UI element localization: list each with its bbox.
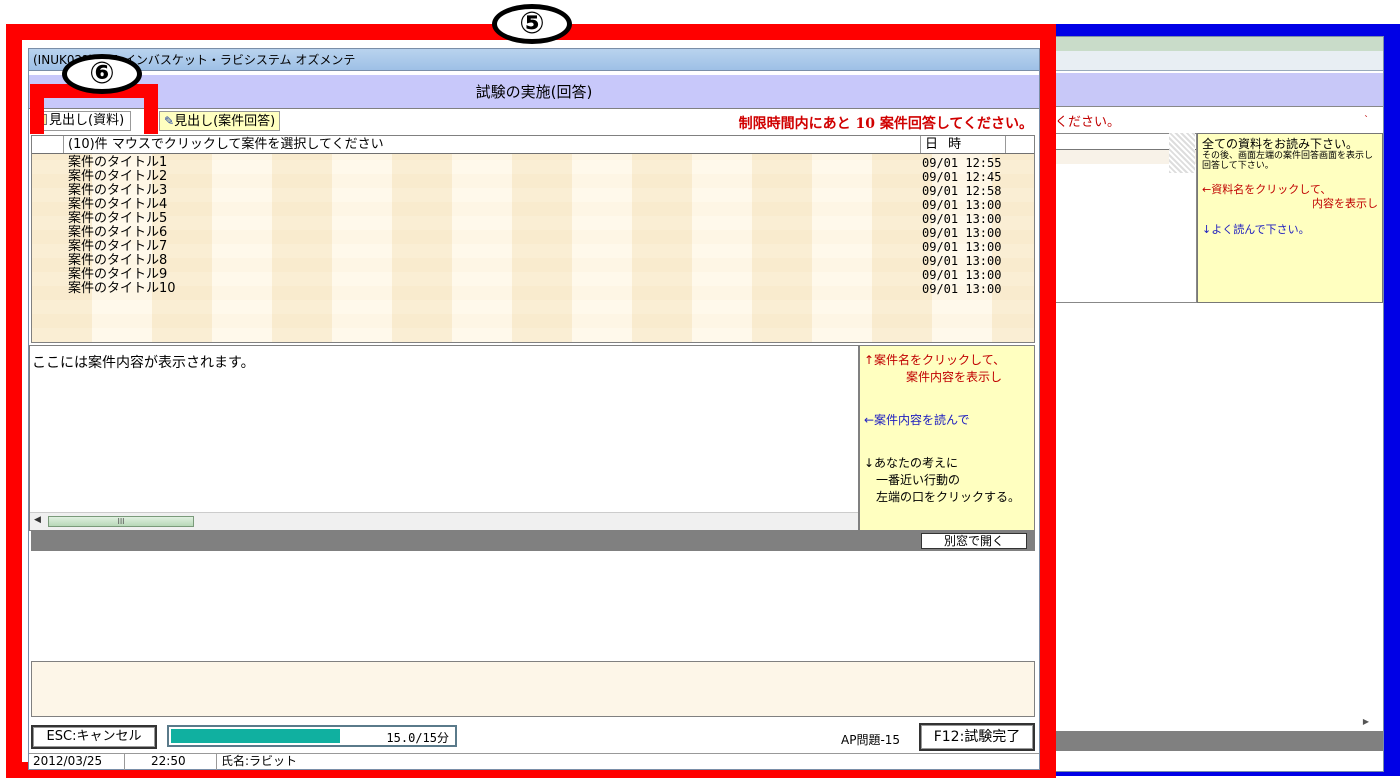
case-title: 案件のタイトル8 bbox=[68, 253, 168, 268]
case-datetime: 09/01 12:55 bbox=[922, 156, 1002, 170]
case-title: 案件のタイトル5 bbox=[68, 211, 168, 226]
case-datetime: 09/01 13:00 bbox=[922, 268, 1002, 282]
status-time: 22:50 bbox=[125, 754, 217, 770]
callout-badge-6: ⑥ bbox=[62, 54, 142, 94]
case-row[interactable]: 案件のタイトル6 09/01 13:00 bbox=[32, 225, 1034, 241]
case-list-header: (10)件 マウスでクリックして案件を選択してください 日 時 bbox=[32, 136, 1034, 154]
time-progress-bar: 15.0/15分 bbox=[167, 725, 457, 747]
case-row[interactable]: 案件のタイトル7 09/01 13:00 bbox=[32, 239, 1034, 255]
background-hint-line: その後、画面左端の案件回答画面を表示し回答して下さい。 bbox=[1202, 151, 1374, 171]
answer-area[interactable] bbox=[31, 661, 1035, 717]
case-row[interactable]: 案件のタイトル10 09/01 13:00 bbox=[32, 281, 1034, 297]
case-datetime: 09/01 12:58 bbox=[922, 184, 1002, 198]
background-list-scrollbar[interactable] bbox=[1169, 133, 1195, 173]
case-title: 案件のタイトル7 bbox=[68, 239, 168, 254]
background-message: ください。 bbox=[1055, 115, 1121, 130]
status-name: 氏名:ラビット bbox=[221, 754, 298, 768]
horizontal-scrollbar[interactable]: ◀ III bbox=[30, 512, 858, 530]
background-hint-line: ←資料名をクリックして、 bbox=[1202, 183, 1332, 196]
case-row[interactable]: 案件のタイトル9 09/01 13:00 bbox=[32, 267, 1034, 283]
case-row[interactable]: 案件のタイトル5 09/01 13:00 bbox=[32, 211, 1034, 227]
case-row[interactable]: 案件のタイトル4 09/01 13:00 bbox=[32, 197, 1034, 213]
case-datetime: 09/01 13:00 bbox=[922, 282, 1002, 296]
case-title: 案件のタイトル9 bbox=[68, 267, 168, 282]
background-header bbox=[1051, 73, 1383, 107]
case-content-panel[interactable]: ここには案件内容が表示されます。 ◀ III bbox=[29, 345, 859, 531]
case-datetime: 09/01 13:00 bbox=[922, 226, 1002, 240]
scroll-right-arrow-icon[interactable]: ▶ bbox=[1363, 717, 1369, 726]
background-bottom-bar bbox=[1051, 731, 1383, 751]
problem-label: AP問題-15 bbox=[841, 733, 901, 747]
finish-exam-button[interactable]: F12:試験完了 bbox=[919, 723, 1035, 751]
hint-line: ←案件内容を読んで bbox=[864, 413, 970, 427]
case-title: 案件のタイトル6 bbox=[68, 225, 168, 240]
case-datetime: 09/01 13:00 bbox=[922, 212, 1002, 226]
hint-line: 案件内容を表示し bbox=[906, 370, 1003, 384]
background-title-bar bbox=[1051, 37, 1383, 51]
case-row[interactable]: 案件のタイトル3 09/01 12:58 bbox=[32, 183, 1034, 199]
progress-fill bbox=[171, 729, 340, 743]
instruction-hint-panel: ↑案件名をクリックして、 案件内容を表示し ←案件内容を読んで ↓あなたの考えに… bbox=[859, 345, 1035, 531]
scroll-left-arrow-icon[interactable]: ◀ bbox=[34, 515, 41, 525]
tab-case-answers-label: 見出し(案件回答) bbox=[174, 114, 276, 129]
case-row[interactable]: 案件のタイトル2 09/01 12:45 bbox=[32, 169, 1034, 185]
case-datetime: 09/01 13:00 bbox=[922, 240, 1002, 254]
case-title: 案件のタイトル3 bbox=[68, 183, 168, 198]
case-title: 案件のタイトル4 bbox=[68, 197, 168, 212]
page-title: 試験の実施(回答) bbox=[29, 75, 1039, 109]
case-row[interactable]: 案件のタイトル8 09/01 13:00 bbox=[32, 253, 1034, 269]
open-in-new-window-button[interactable]: 別窓で開く bbox=[921, 533, 1027, 549]
background-window[interactable]: ください。 ` 全ての資料をお読み下さい。 その後、画面左端の案件回答画面を表示… bbox=[1050, 36, 1384, 772]
background-hint-line: 全ての資料をお読み下さい。 bbox=[1202, 137, 1359, 151]
hint-line: 左端の口をクリックする。 bbox=[876, 490, 1021, 504]
main-window: (INUK02?) AP1 インバスケット・ラビシステム オズメンテ 試験の実施… bbox=[28, 48, 1040, 770]
case-content-text: ここには案件内容が表示されます。 bbox=[32, 355, 255, 371]
case-count-header: (10)件 マウスでクリックして案件を選択してください bbox=[68, 137, 384, 152]
row-selector-header bbox=[32, 136, 64, 153]
status-date: 2012/03/25 bbox=[29, 754, 125, 770]
status-bar: 2012/03/25 22:50 氏名:ラビット bbox=[29, 753, 1039, 770]
remaining-cases-message: 制限時間内にあと 10 案件回答してください。 bbox=[738, 116, 1033, 132]
pen-icon: ✎ bbox=[164, 114, 175, 128]
case-title: 案件のタイトル2 bbox=[68, 169, 168, 184]
scrollbar-thumb[interactable]: III bbox=[48, 516, 194, 527]
datetime-header[interactable]: 日 時 bbox=[920, 136, 1006, 153]
background-hint-panel: 全ての資料をお読み下さい。 その後、画面左端の案件回答画面を表示し回答して下さい… bbox=[1197, 133, 1383, 303]
case-datetime: 09/01 12:45 bbox=[922, 170, 1002, 184]
background-tick: ` bbox=[1364, 115, 1369, 126]
case-row[interactable]: 案件のタイトル1 09/01 12:55 bbox=[32, 155, 1034, 171]
case-datetime: 09/01 13:00 bbox=[922, 254, 1002, 268]
hint-line: ↓あなたの考えに bbox=[864, 456, 959, 470]
hint-line: ↑案件名をクリックして、 bbox=[864, 353, 1006, 367]
case-title: 案件のタイトル1 bbox=[68, 155, 168, 170]
action-bar: 別窓で開く bbox=[31, 531, 1035, 551]
progress-text: 15.0/15分 bbox=[386, 731, 449, 745]
case-list[interactable]: (10)件 マウスでクリックして案件を選択してください 日 時 案件のタイトル1… bbox=[31, 135, 1035, 343]
case-title: 案件のタイトル10 bbox=[68, 281, 176, 296]
cancel-button[interactable]: ESC:キャンセル bbox=[31, 725, 157, 749]
background-hint-line: 内容を表示し bbox=[1312, 197, 1378, 210]
tab-case-answers[interactable]: ✎見出し(案件回答) bbox=[159, 111, 281, 131]
background-toolbar bbox=[1051, 51, 1383, 71]
background-hint-line: ↓よく読んで下さい。 bbox=[1202, 223, 1310, 236]
tab-row: 見出し(資料) ✎見出し(案件回答) 制限時間内にあと 10 案件回答してくださ… bbox=[29, 109, 1039, 133]
hint-line: 一番近い行動の bbox=[876, 473, 961, 487]
callout-badge-5: ⑤ bbox=[492, 4, 572, 44]
footer: ESC:キャンセル 15.0/15分 AP問題-15 F12:試験完了 bbox=[29, 719, 1039, 755]
window-title-bar[interactable]: (INUK02?) AP1 インバスケット・ラビシステム オズメンテ bbox=[29, 49, 1039, 71]
case-datetime: 09/01 13:00 bbox=[922, 198, 1002, 212]
